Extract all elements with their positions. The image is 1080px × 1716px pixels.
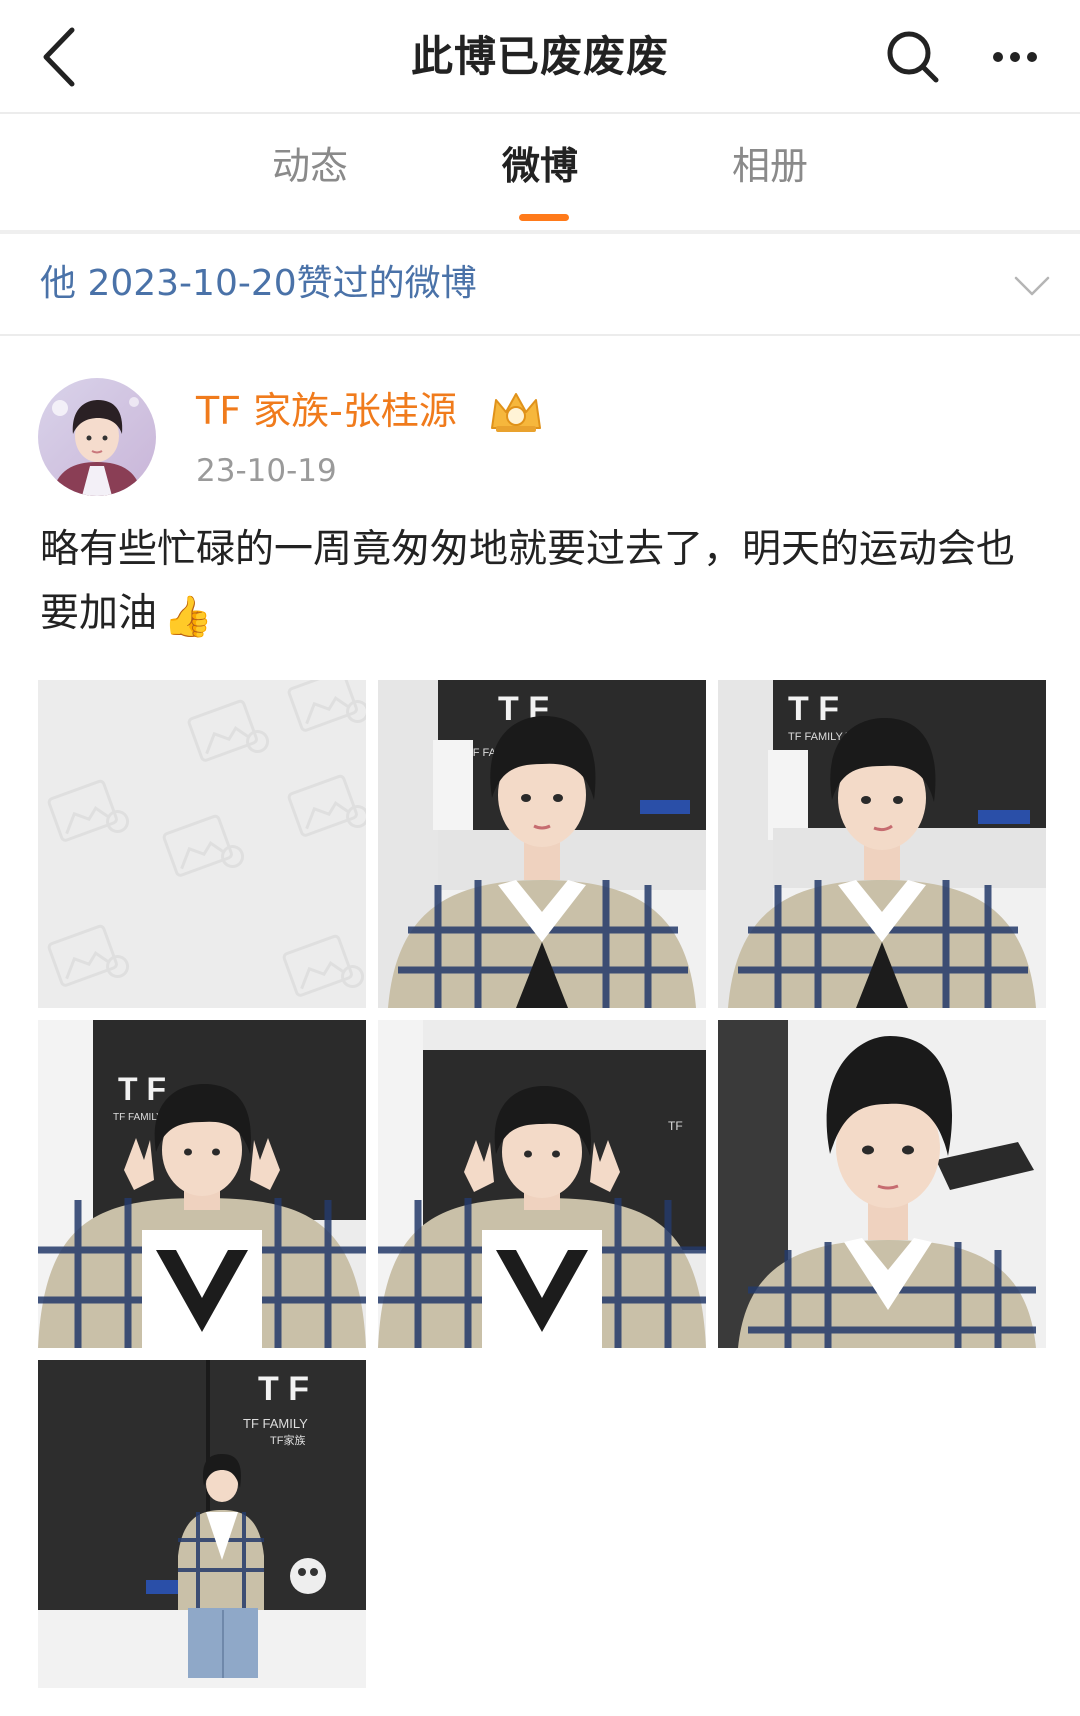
profile-tabs: 动态 微博 相册: [0, 114, 1080, 230]
avatar[interactable]: [38, 378, 156, 496]
post-image[interactable]: T F TF FAMILY TF家族: [38, 1020, 366, 1348]
crown-badge-icon: [491, 393, 541, 432]
svg-text:TF: TF: [668, 1119, 683, 1133]
author-name[interactable]: TF 家族-张桂源: [196, 384, 457, 438]
post-image[interactable]: T F TF FAMILY TF家族: [38, 1360, 366, 1688]
divider: [0, 334, 1080, 336]
liked-date-filter[interactable]: 他 2023-10-20赞过的微博: [0, 234, 1080, 334]
image-placeholder-icon: [38, 680, 366, 1008]
post-text: 略有些忙碌的一周竟匆匆地就要过去了，明天的运动会也要加油 👍: [40, 518, 1050, 649]
tab-feed[interactable]: 动态: [272, 136, 348, 196]
more-button[interactable]: [985, 22, 1055, 92]
post-image[interactable]: T F TF FAMILY TF家族: [718, 680, 1046, 1008]
svg-text:T F: T F: [118, 1071, 166, 1107]
tab-weibo[interactable]: 微博: [502, 136, 578, 196]
search-button[interactable]: [878, 22, 948, 92]
post-image[interactable]: T F TF FAMILY TF家族: [378, 680, 706, 1008]
svg-text:T F: T F: [258, 1370, 309, 1408]
svg-text:T F: T F: [788, 690, 839, 728]
liked-date-label: 他 2023-10-20赞过的微博: [40, 263, 477, 304]
top-navigation-bar: 此博已废废废: [0, 0, 1080, 112]
post-image[interactable]: [718, 1020, 1046, 1348]
svg-text:TF FAMILY: TF FAMILY: [243, 1416, 308, 1431]
tab-album[interactable]: 相册: [732, 136, 808, 196]
chevron-down-icon: [1014, 276, 1050, 296]
search-icon: [887, 31, 939, 83]
post-image-placeholder[interactable]: [38, 680, 366, 1008]
active-tab-indicator: [519, 214, 569, 221]
thumbs-up-icon: 👍: [163, 594, 213, 640]
post-image[interactable]: TF: [378, 1020, 706, 1348]
post-date: 23-10-19: [196, 453, 337, 489]
more-dots-icon: [993, 52, 1037, 62]
svg-text:TF家族: TF家族: [270, 1433, 305, 1447]
